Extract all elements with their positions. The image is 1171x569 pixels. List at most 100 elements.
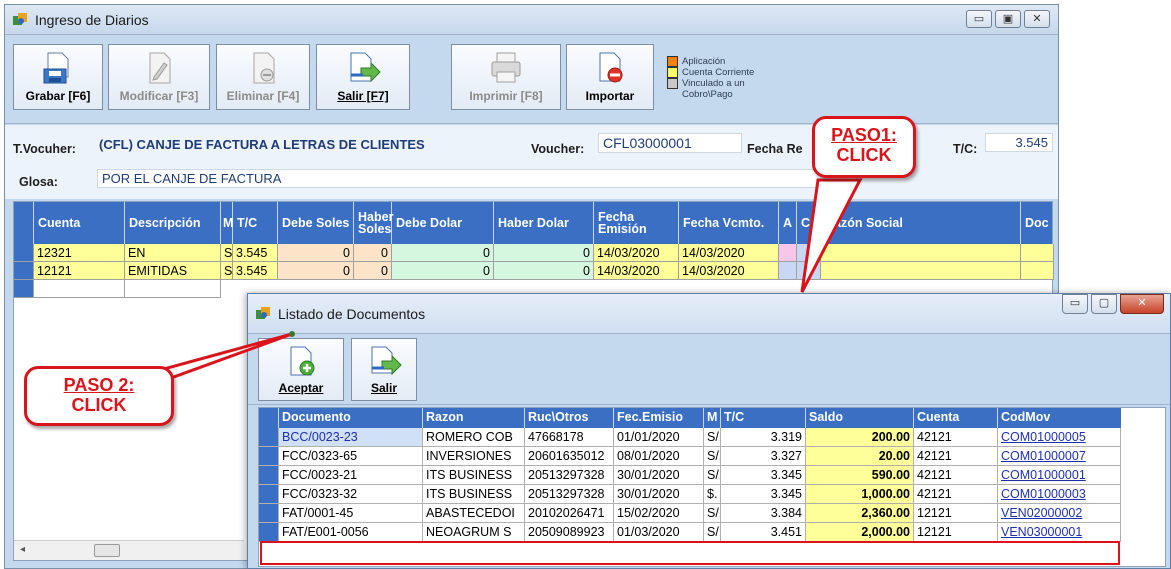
main-titlebar: Ingreso de Diarios ▭ ▣ ✕ bbox=[5, 5, 1058, 35]
cell-razon: ABASTECEDOI bbox=[423, 504, 525, 523]
cell-razon: ROMERO COB bbox=[423, 428, 525, 447]
minimize-button[interactable]: ▭ bbox=[966, 10, 992, 28]
cell-fecha: 01/03/2020 bbox=[614, 523, 704, 542]
cell-ruc: 47668178 bbox=[525, 428, 614, 447]
cell-cuenta: 42121 bbox=[914, 466, 998, 485]
modificar-button[interactable]: Modificar [F3] bbox=[108, 44, 210, 110]
cell-m: S/. bbox=[704, 447, 721, 466]
row-selector[interactable] bbox=[259, 428, 279, 447]
cell-fecha: 30/01/2020 bbox=[614, 485, 704, 504]
paso2-callout: PASO 2: CLICK bbox=[24, 366, 174, 426]
tvoucher-field[interactable]: (CFL) CANJE DE FACTURA A LETRAS DE CLIEN… bbox=[99, 137, 425, 152]
selected-document-highlight bbox=[260, 541, 1120, 565]
glosa-field[interactable]: POR EL CANJE DE FACTURA bbox=[97, 169, 857, 188]
maximize-button[interactable]: ▣ bbox=[995, 10, 1021, 28]
tc-field[interactable]: 3.545 bbox=[985, 133, 1053, 152]
cell-tc: 3.345 bbox=[721, 466, 806, 485]
cell-codmov[interactable]: COM01000007 bbox=[998, 447, 1121, 466]
table-row[interactable]: FCC/0323-32 ITS BUSINESS 20513297328 30/01/… bbox=[259, 485, 1121, 504]
cell-codmov[interactable]: COM01000005 bbox=[998, 428, 1121, 447]
color-legend: Aplicación Cuenta Corriente Vinculado a … bbox=[667, 56, 762, 100]
cell-ruc: 20601635012 bbox=[525, 447, 614, 466]
table-row[interactable]: FAT/E001-0056 NEOAGRUM S 20509089923 01/03/… bbox=[259, 523, 1121, 542]
paso1-callout: PASO1: CLICK bbox=[812, 116, 916, 178]
exit-icon bbox=[350, 52, 381, 83]
table-row[interactable]: BCC/0023-23 ROMERO COB 47668178 01/01/2020 S… bbox=[259, 428, 1121, 447]
cell-codmov[interactable]: VEN02000002 bbox=[998, 504, 1121, 523]
app-icon bbox=[13, 13, 27, 25]
cell-razon: ITS BUSINESS bbox=[423, 485, 525, 504]
cell-fecha: 15/02/2020 bbox=[614, 504, 704, 523]
table-row[interactable]: FCC/0323-65 INVERSIONES 20601635012 08/01/2… bbox=[259, 447, 1121, 466]
cell-codmov[interactable]: COM01000001 bbox=[998, 466, 1121, 485]
cell-cuenta: 12121 bbox=[914, 523, 998, 542]
cell-ruc: 20509089923 bbox=[525, 523, 614, 542]
cell-razon: ITS BUSINESS bbox=[423, 466, 525, 485]
paso2-callout-pointer bbox=[160, 331, 295, 384]
row-selector[interactable] bbox=[259, 504, 279, 523]
dialog-minimize-button[interactable]: ▭ bbox=[1062, 294, 1088, 314]
cell-m: S/. bbox=[704, 523, 721, 542]
cell-fecha: 01/01/2020 bbox=[614, 428, 704, 447]
importar-button[interactable]: Importar bbox=[566, 44, 654, 110]
cell-documento: FCC/0323-32 bbox=[279, 485, 423, 504]
salir-button[interactable]: Salir [F7] bbox=[316, 44, 410, 110]
cell-tc: 3.451 bbox=[721, 523, 806, 542]
exit-icon bbox=[371, 346, 402, 376]
delete-icon bbox=[253, 52, 275, 84]
dialog-titlebar: Listado de Documentos ▭ ▢ ✕ bbox=[248, 294, 1170, 334]
table-row[interactable]: FAT/0001-45 ABASTECEDOI 20102026471 15/02/2… bbox=[259, 504, 1121, 523]
row-selector[interactable] bbox=[259, 447, 279, 466]
dialog-salir-button[interactable]: Salir bbox=[351, 338, 417, 401]
cell-cuenta: 12121 bbox=[914, 504, 998, 523]
cell-codmov[interactable]: COM01000003 bbox=[998, 485, 1121, 504]
imprimir-button[interactable]: Imprimir [F8] bbox=[451, 44, 561, 110]
voucher-field[interactable]: CFL03000001 bbox=[598, 133, 742, 153]
cell-razon: NEOAGRUM S bbox=[423, 523, 525, 542]
cell-documento: FCC/0323-65 bbox=[279, 447, 423, 466]
row-selector[interactable] bbox=[259, 523, 279, 542]
cell-cuenta: 42121 bbox=[914, 428, 998, 447]
horizontal-scrollbar[interactable]: ◂ bbox=[14, 540, 244, 560]
cell-documento: FAT/0001-45 bbox=[279, 504, 423, 523]
grabar-button[interactable]: Grabar [F6] bbox=[13, 44, 103, 110]
cell-m: S/. bbox=[704, 466, 721, 485]
window-title: Ingreso de Diarios bbox=[35, 12, 149, 28]
cell-saldo: 20.00 bbox=[806, 447, 914, 466]
cell-documento: FCC/0023-21 bbox=[279, 466, 423, 485]
cell-razon: INVERSIONES bbox=[423, 447, 525, 466]
cell-documento: BCC/0023-23 bbox=[279, 428, 423, 447]
listado-documentos-dialog: Listado de Documentos ▭ ▢ ✕ Aceptar Sali… bbox=[247, 293, 1171, 569]
legend-swatch-aplicacion bbox=[667, 56, 678, 67]
scroll-thumb[interactable] bbox=[94, 544, 120, 557]
dialog-close-button[interactable]: ✕ bbox=[1120, 294, 1164, 314]
import-icon bbox=[599, 52, 623, 83]
cell-m: S/. bbox=[704, 428, 721, 447]
cell-ruc: 20513297328 bbox=[525, 466, 614, 485]
cell-fecha: 30/01/2020 bbox=[614, 466, 704, 485]
cell-saldo: 2,360.00 bbox=[806, 504, 914, 523]
row-selector[interactable] bbox=[259, 485, 279, 504]
app-icon bbox=[256, 307, 270, 319]
cell-tc: 3.345 bbox=[721, 485, 806, 504]
cell-ruc: 20102026471 bbox=[525, 504, 614, 523]
dialog-maximize-button[interactable]: ▢ bbox=[1091, 294, 1117, 314]
dialog-title: Listado de Documentos bbox=[278, 306, 426, 322]
cell-fecha: 08/01/2020 bbox=[614, 447, 704, 466]
dialog-toolbar: Aceptar Salir bbox=[248, 335, 1170, 405]
cell-codmov[interactable]: VEN03000001 bbox=[998, 523, 1121, 542]
cell-saldo: 2,000.00 bbox=[806, 523, 914, 542]
cell-m: S/. bbox=[704, 504, 721, 523]
close-button[interactable]: ✕ bbox=[1024, 10, 1050, 28]
row-selector[interactable] bbox=[259, 466, 279, 485]
eliminar-button[interactable]: Eliminar [F4] bbox=[216, 44, 310, 110]
cell-tc: 3.327 bbox=[721, 447, 806, 466]
printer-icon bbox=[491, 52, 521, 83]
table-row[interactable]: FCC/0023-21 ITS BUSINESS 20513297328 30/01/… bbox=[259, 466, 1121, 485]
cell-tc: 3.384 bbox=[721, 504, 806, 523]
cell-m: $. bbox=[704, 485, 721, 504]
save-icon bbox=[43, 52, 69, 84]
cell-ruc: 20513297328 bbox=[525, 485, 614, 504]
scroll-left-icon[interactable]: ◂ bbox=[20, 544, 25, 555]
main-toolbar: Grabar [F6] Modificar [F3] Eliminar [F4]… bbox=[5, 36, 1058, 124]
